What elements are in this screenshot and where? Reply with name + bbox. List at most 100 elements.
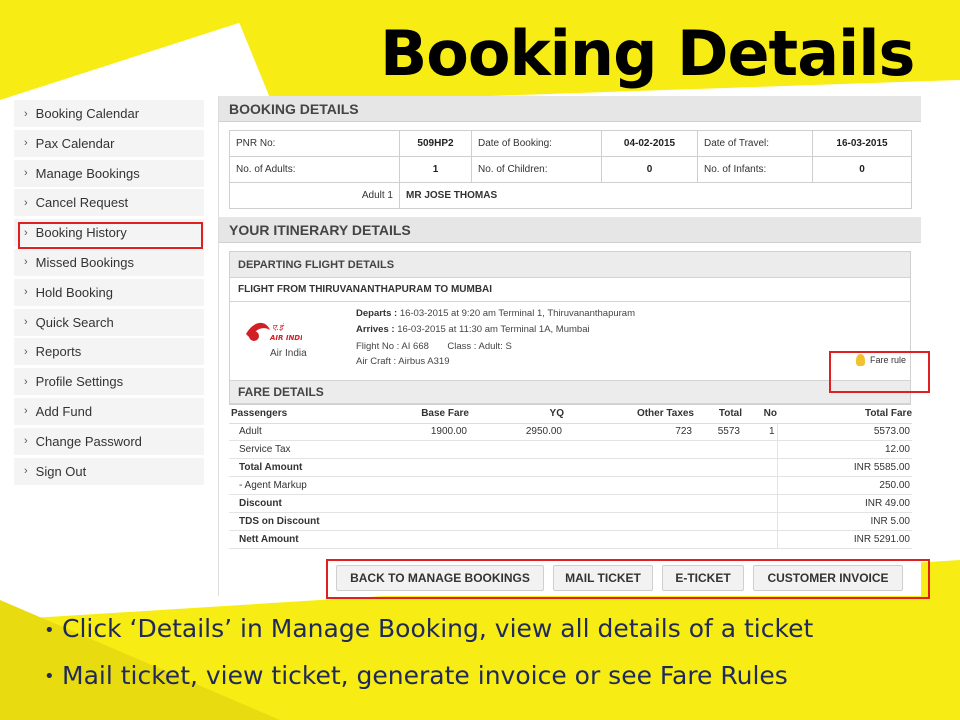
- chevron-right-icon: ›: [24, 375, 28, 388]
- chevron-right-icon: ›: [24, 137, 28, 150]
- sidebar-item-manage-bookings[interactable]: › Manage Bookings: [14, 159, 204, 187]
- chevron-right-icon: ›: [24, 435, 28, 448]
- sidebar-item-cancel-request[interactable]: › Cancel Request: [14, 189, 204, 217]
- sidebar-item-profile-settings[interactable]: › Profile Settings: [14, 368, 204, 396]
- fare-no: 1: [742, 423, 777, 442]
- sidebar-item-booking-calendar[interactable]: › Booking Calendar: [14, 100, 204, 127]
- table-row: Adult 1900.00 2950.00 723 5573 1 5573.00: [229, 423, 912, 442]
- adults-value: 1: [399, 156, 472, 183]
- table-row: Discount INR 49.00: [229, 494, 912, 513]
- summary-label: TDS on Discount: [229, 512, 777, 531]
- pnr-value: 509HP2: [399, 130, 472, 157]
- sidebar-item-sign-out[interactable]: › Sign Out: [14, 457, 204, 485]
- sidebar-item-label: Sign Out: [35, 463, 87, 479]
- infants-label: No. of Infants:: [697, 156, 813, 183]
- flight-no-label: Flight No :: [356, 341, 400, 352]
- summary-value: 250.00: [776, 476, 912, 496]
- summary-label: Total Amount: [229, 458, 777, 478]
- departing-flight-header: DEPARTING FLIGHT DETAILS: [230, 252, 910, 278]
- fare-col-yq: YQ: [469, 405, 564, 424]
- flight-no-value: AI 668: [401, 341, 429, 352]
- table-row: - Agent Markup 250.00: [229, 476, 912, 496]
- chevron-right-icon: ›: [24, 345, 28, 358]
- fare-col-no: No: [742, 405, 777, 424]
- departing-flight-box: DEPARTING FLIGHT DETAILS FLIGHT FROM THI…: [229, 251, 911, 405]
- booking-details-header: BOOKING DETAILS: [219, 96, 921, 122]
- arrives-label: Arrives :: [356, 324, 395, 335]
- sidebar-item-label: Reports: [35, 344, 82, 360]
- summary-value: 12.00: [776, 440, 912, 460]
- summary-label: Service Tax: [229, 440, 777, 460]
- slide-bullets: • Click ‘Details’ in Manage Booking, view…: [44, 606, 813, 699]
- bullet-text: Mail ticket, view ticket, generate invoi…: [62, 660, 788, 690]
- table-row: Nett Amount INR 5291.00: [229, 530, 912, 549]
- svg-text:AIR INDIA: AIR INDIA: [269, 334, 302, 342]
- sidebar-item-label: Booking Calendar: [35, 106, 140, 121]
- bullet-icon: •: [44, 619, 55, 641]
- sidebar-item-reports[interactable]: › Reports: [14, 338, 204, 366]
- sidebar-item-quick-search[interactable]: › Quick Search: [14, 308, 204, 336]
- fare-total: 5573: [694, 423, 742, 442]
- sidebar-item-hold-booking[interactable]: › Hold Booking: [14, 278, 204, 306]
- fare-rule-highlight-box: [829, 351, 930, 393]
- summary-value: INR 5291.00: [776, 530, 912, 549]
- sidebar-item-label: Change Password: [35, 433, 142, 449]
- sidebar-item-missed-bookings[interactable]: › Missed Bookings: [14, 248, 204, 276]
- sidebar-item-label: Cancel Request: [35, 195, 129, 211]
- booking-history-highlight-box: [18, 222, 203, 249]
- passenger-label: Adult 1: [229, 182, 400, 209]
- fare-details-header: FARE DETAILS: [230, 380, 910, 404]
- slide-title: Booking Details: [380, 17, 915, 90]
- sidebar-menu: › Booking Calendar › Pax Calendar › Manage …: [14, 100, 204, 487]
- sidebar-item-change-password[interactable]: › Change Password: [14, 427, 204, 455]
- chevron-right-icon: ›: [24, 167, 28, 180]
- bullet-text: Click ‘Details’ in Manage Booking, view …: [62, 614, 814, 643]
- departs-label: Departs :: [356, 308, 398, 319]
- chevron-right-icon: ›: [24, 286, 28, 299]
- summary-value: INR 5585.00: [776, 458, 912, 478]
- bullet-icon: •: [44, 666, 55, 687]
- class-label: Class :: [447, 341, 477, 352]
- chevron-right-icon: ›: [24, 465, 28, 478]
- sidebar-item-label: Pax Calendar: [35, 135, 115, 151]
- chevron-right-icon: ›: [24, 107, 28, 120]
- fare-col-total: Total: [694, 405, 742, 424]
- pnr-label: PNR No:: [229, 130, 400, 157]
- chevron-right-icon: ›: [24, 405, 28, 418]
- summary-value: INR 5.00: [776, 512, 912, 531]
- sidebar-item-pax-calendar[interactable]: › Pax Calendar: [14, 129, 204, 157]
- chevron-right-icon: ›: [24, 256, 28, 269]
- sidebar-item-label: Add Fund: [35, 403, 93, 419]
- date-of-booking-value: 04-02-2015: [601, 130, 698, 157]
- sidebar-item-label: Manage Bookings: [35, 165, 140, 181]
- infants-value: 0: [812, 156, 912, 183]
- aircraft-label: Air Craft :: [356, 356, 397, 367]
- svg-text:ए.इं: ए.इं: [272, 323, 285, 332]
- summary-value: INR 49.00: [776, 494, 912, 513]
- fare-base: 1900.00: [359, 423, 469, 442]
- sidebar-item-label: Missed Bookings: [35, 254, 134, 270]
- booking-info-table: PNR No: 509HP2 Date of Booking: 04-02-20…: [229, 130, 912, 209]
- children-value: 0: [601, 156, 698, 183]
- booking-details-panel: BOOKING DETAILS PNR No: 509HP2 Date of B…: [218, 96, 921, 596]
- adults-label: No. of Adults:: [229, 156, 400, 183]
- fare-total-fare: 5573.00: [776, 423, 912, 442]
- passenger-name: MR JOSE THOMAS: [399, 182, 912, 209]
- airline-name: Air India: [270, 348, 307, 359]
- fare-col-base-fare: Base Fare: [359, 405, 469, 424]
- sidebar-item-label: Profile Settings: [35, 374, 124, 390]
- flight-route: FLIGHT FROM THIRUVANANTHAPURAM TO MUMBAI: [230, 278, 910, 302]
- fare-col-other-taxes: Other Taxes: [564, 405, 694, 424]
- sidebar-item-label: Quick Search: [35, 314, 114, 330]
- table-row: Service Tax 12.00: [229, 440, 912, 460]
- sidebar-item-add-fund[interactable]: › Add Fund: [14, 397, 204, 425]
- chevron-right-icon: ›: [24, 316, 28, 329]
- fare-table: Passengers Base Fare YQ Other Taxes Tota…: [229, 405, 912, 549]
- class-value: Adult: S: [478, 341, 512, 352]
- sidebar-item-label: Hold Booking: [35, 284, 113, 300]
- summary-label: Discount: [229, 494, 777, 513]
- table-row: TDS on Discount INR 5.00: [229, 512, 912, 531]
- aircraft-value: Airbus A319: [398, 356, 450, 367]
- action-buttons-highlight-box: [326, 559, 930, 599]
- summary-label: - Agent Markup: [229, 476, 777, 496]
